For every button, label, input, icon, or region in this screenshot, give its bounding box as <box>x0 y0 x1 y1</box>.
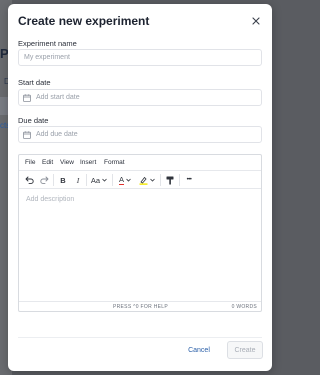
modal-title: Create new experiment <box>18 14 150 28</box>
format-painter-button[interactable] <box>164 173 176 187</box>
close-icon <box>251 16 261 26</box>
undo-icon <box>25 176 34 184</box>
description-editor: File Edit View Insert Format B I Aa A ••… <box>18 154 262 312</box>
toolbar-divider <box>179 174 180 186</box>
due-date-label: Due date <box>18 116 49 125</box>
paint-roller-icon <box>166 176 174 185</box>
calendar-icon <box>23 94 31 102</box>
menu-file[interactable]: File <box>25 159 35 166</box>
toolbar-divider <box>53 174 54 186</box>
menu-format[interactable]: Format <box>104 159 125 166</box>
toolbar-divider <box>86 174 87 186</box>
redo-icon <box>39 176 49 184</box>
text-color-label: A <box>118 174 124 185</box>
description-placeholder: Add description <box>26 196 75 203</box>
due-date-input[interactable]: Add due date <box>18 126 262 143</box>
chevron-down-icon <box>150 178 155 182</box>
chevron-down-icon <box>102 178 107 182</box>
cancel-button[interactable]: Cancel <box>181 341 217 359</box>
experiment-name-placeholder: My experiment <box>24 54 70 61</box>
editor-toolbar: B I Aa A ••• <box>19 170 261 189</box>
menu-edit[interactable]: Edit <box>42 159 53 166</box>
chevron-down-icon <box>126 178 131 182</box>
experiment-name-input[interactable]: My experiment <box>18 49 262 66</box>
start-date-input[interactable]: Add start date <box>18 89 262 106</box>
help-hint: PRESS ^0 FOR HELP <box>113 304 168 310</box>
bold-button[interactable]: B <box>57 173 69 187</box>
font-size-label: Aa <box>90 175 101 185</box>
toolbar-divider <box>160 174 161 186</box>
footer-divider <box>18 337 262 338</box>
highlight-icon <box>139 176 148 185</box>
text-color-button[interactable]: A <box>115 173 135 187</box>
editor-menubar: File Edit View Insert Format <box>19 155 261 170</box>
toolbar-divider <box>112 174 113 186</box>
due-date-placeholder: Add due date <box>36 131 78 138</box>
create-experiment-modal: Create new experiment Experiment name My… <box>8 4 272 371</box>
redo-button[interactable] <box>38 173 50 187</box>
font-size-dropdown[interactable]: Aa <box>88 173 110 187</box>
word-count: 0 WORDS <box>231 304 257 310</box>
start-date-label: Start date <box>18 78 51 87</box>
menu-view[interactable]: View <box>60 159 74 166</box>
undo-button[interactable] <box>23 173 35 187</box>
highlight-color-button[interactable] <box>137 173 157 187</box>
editor-statusbar: PRESS ^0 FOR HELP 0 WORDS <box>19 301 261 311</box>
more-options-button[interactable]: ••• <box>182 173 196 187</box>
calendar-icon <box>23 131 31 139</box>
experiment-name-label: Experiment name <box>18 39 77 48</box>
start-date-placeholder: Add start date <box>36 94 80 101</box>
create-button[interactable]: Create <box>227 341 263 359</box>
italic-button[interactable]: I <box>72 173 84 187</box>
close-button[interactable] <box>251 16 261 26</box>
description-textarea[interactable]: Add description <box>19 190 261 302</box>
menu-insert[interactable]: Insert <box>80 159 96 166</box>
